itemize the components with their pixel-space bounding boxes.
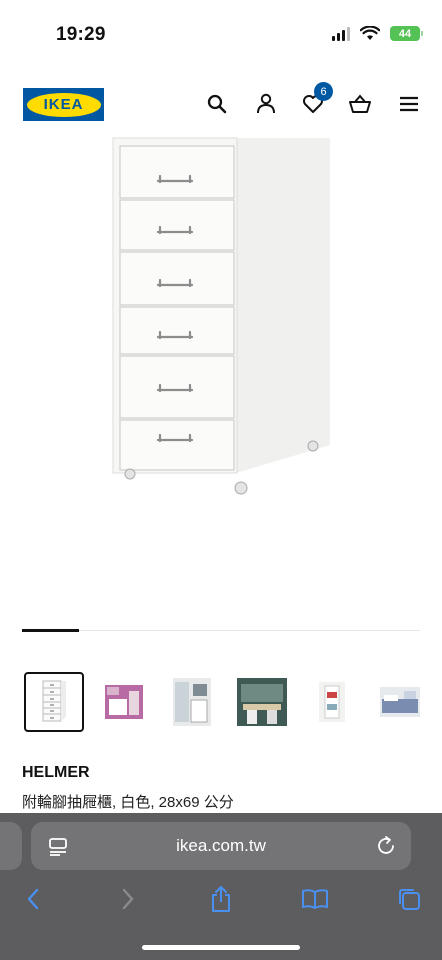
cellular-signal-icon [332,26,350,41]
thumb-drawer-unit-white[interactable] [24,672,84,732]
previous-tab-pill[interactable] [0,822,22,870]
product-main-image[interactable] [0,130,442,600]
url-text[interactable]: ikea.com.tw [31,822,411,870]
forward-icon[interactable] [113,884,143,914]
product-description: 附輪腳抽屜櫃, 白色, 28x69 公分 [22,794,234,811]
wifi-icon [360,26,380,40]
wishlist-count-badge: 6 [314,82,333,101]
share-icon[interactable] [206,884,236,914]
thumb-storage-room[interactable] [162,672,222,732]
ikea-logo[interactable]: IKEA [23,88,104,121]
battery-level: 44 [398,27,412,40]
product-name[interactable]: HELMER [22,764,90,782]
battery-icon: 44 [390,26,423,41]
tabs-icon[interactable] [394,884,424,914]
back-icon[interactable] [18,884,48,914]
carousel-active-indicator [22,629,79,632]
logo-text: IKEA [43,96,84,113]
home-indicator [142,945,300,950]
reload-icon[interactable] [375,835,397,857]
basket-icon[interactable] [348,92,372,116]
thumb-green-workspace[interactable] [232,672,292,732]
menu-icon[interactable] [397,92,421,116]
status-icons: 44 [332,26,423,41]
thumb-drawer-closeup[interactable] [302,672,362,732]
thumb-pink-office[interactable] [94,672,154,732]
bookmarks-icon[interactable] [300,884,330,914]
search-icon[interactable] [205,92,229,116]
status-time: 19:29 [56,24,106,45]
carousel-track [22,630,420,631]
account-icon[interactable] [254,92,278,116]
thumb-bedroom[interactable] [370,672,430,732]
